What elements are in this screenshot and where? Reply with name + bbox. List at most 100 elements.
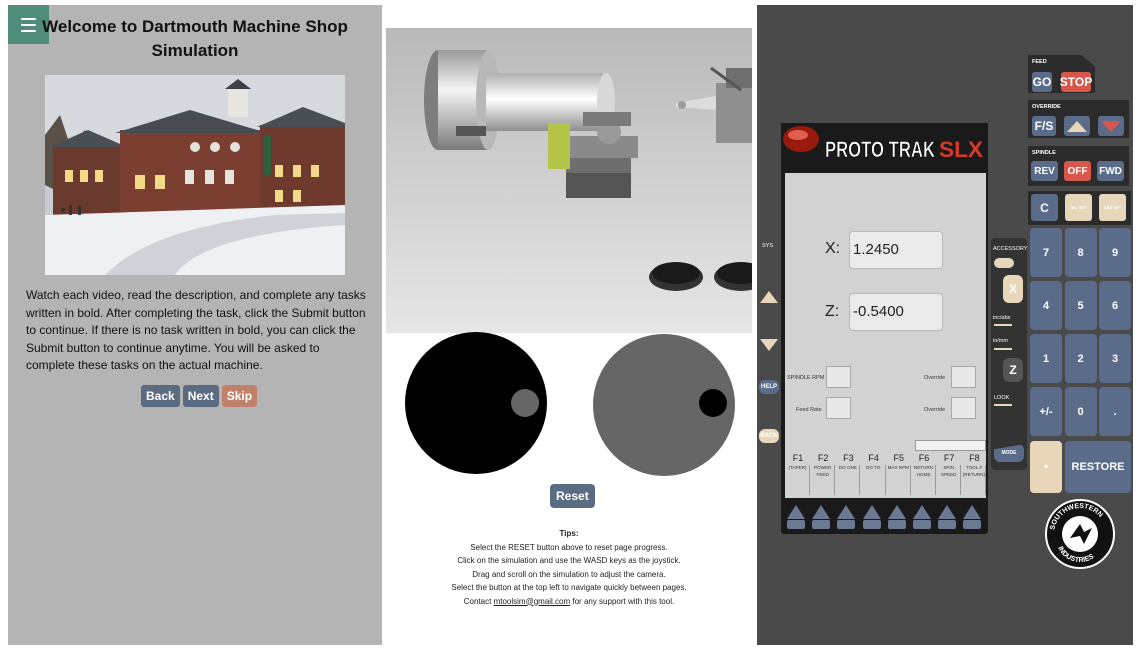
spindle-reverse-button[interactable]: REV xyxy=(1031,161,1058,181)
feed-rate-field[interactable] xyxy=(826,397,851,419)
in-mm-label: in/mm xyxy=(993,338,1008,344)
support-email-link[interactable]: mtoolsim@gmail.com xyxy=(494,597,571,606)
function-key-8[interactable]: F8 xyxy=(962,453,986,463)
function-key-1[interactable]: F1 xyxy=(786,453,810,463)
keypad-key[interactable]: 7 xyxy=(1030,228,1062,277)
navigation-buttons: Back Next Skip xyxy=(141,385,258,407)
fs-button[interactable]: F/S xyxy=(1032,116,1056,136)
tip-contact: Contact mtoolsim@gmail.com for any suppo… xyxy=(384,595,754,609)
menu-icon-line xyxy=(21,17,36,20)
override-label: Override xyxy=(924,407,946,413)
function-key-4[interactable]: F4 xyxy=(862,453,886,463)
contact-prefix: Contact xyxy=(463,596,494,606)
next-button[interactable]: Next xyxy=(182,385,219,407)
feed-override-field[interactable] xyxy=(951,397,976,419)
instructions-text: Watch each video, read the description, … xyxy=(26,288,366,372)
contact-suffix: for any support with this tool. xyxy=(570,596,675,606)
spindle-rpm-field[interactable] xyxy=(826,366,851,388)
keypad-key[interactable]: . xyxy=(1099,387,1131,436)
spindle-off-button[interactable]: OFF xyxy=(1064,161,1091,181)
right-joystick[interactable] xyxy=(592,333,736,477)
back-side-button[interactable]: BACK xyxy=(759,429,779,443)
mode-button[interactable]: MODE xyxy=(994,444,1024,462)
inc-abs-indicator[interactable] xyxy=(994,324,1012,326)
clear-key[interactable]: C xyxy=(1031,194,1058,221)
decimal-entry-key[interactable]: • xyxy=(1030,441,1062,493)
feed-rate-label: Feed Rate xyxy=(796,407,822,413)
arrow-up-icon[interactable] xyxy=(759,290,779,304)
override-increase-button[interactable] xyxy=(1064,116,1090,136)
stop-button[interactable]: STOP xyxy=(1060,72,1092,92)
controller-panel: SYS HELP BACK PROTO TRAK SLX X: 1.2450 Z… xyxy=(757,5,1133,645)
spindle-override-field[interactable] xyxy=(951,366,976,388)
sys-label: SYS xyxy=(762,243,774,249)
in-mm-indicator[interactable] xyxy=(994,348,1012,350)
override-decrease-button[interactable] xyxy=(1098,116,1124,136)
back-button[interactable]: Back xyxy=(141,385,180,407)
keypad-key[interactable]: 1 xyxy=(1030,334,1062,383)
spindle-forward-button[interactable]: FWD xyxy=(1097,161,1124,181)
function-key-description: MAX RPM xyxy=(887,465,911,495)
keypad-key[interactable]: 9 xyxy=(1099,228,1131,277)
keypad-key[interactable]: +/- xyxy=(1030,387,1062,436)
function-key-description: GO TO xyxy=(862,465,886,495)
softkey-button[interactable] xyxy=(962,503,982,531)
softkey-button[interactable] xyxy=(912,503,932,531)
softkey-button[interactable] xyxy=(836,503,856,531)
look-indicator[interactable] xyxy=(994,404,1012,406)
override-panel: OVERRIDE F/S xyxy=(1028,100,1129,138)
restore-button[interactable]: RESTORE xyxy=(1065,441,1131,493)
numeric-keypad: 7 8 9 4 5 6 1 2 3 +/- 0. xyxy=(1028,228,1132,443)
keypad-key[interactable]: 6 xyxy=(1099,281,1131,330)
triangle-up-icon xyxy=(1067,121,1087,132)
screen-entry-field[interactable] xyxy=(915,440,986,451)
softkey-button[interactable] xyxy=(786,503,806,531)
go-button[interactable]: GO xyxy=(1032,72,1052,92)
skip-button[interactable]: Skip xyxy=(221,385,258,407)
tip-line: Select the RESET button above to reset p… xyxy=(470,542,668,552)
override-panel-label: OVERRIDE xyxy=(1032,104,1061,110)
keypad-key[interactable]: 8 xyxy=(1064,228,1097,277)
softkey-button[interactable] xyxy=(887,503,907,531)
spindle-panel: SPINDLE REV OFF FWD xyxy=(1028,146,1129,186)
function-key-description: RETURN HOME xyxy=(912,465,936,495)
softkey-button[interactable] xyxy=(811,503,831,531)
left-joystick[interactable] xyxy=(404,331,549,476)
z-axis-label: Z: xyxy=(825,303,840,320)
spindle-label: SPINDLE xyxy=(1032,150,1056,156)
keypad-key[interactable]: 0 xyxy=(1064,387,1097,436)
function-key-3[interactable]: F3 xyxy=(836,453,860,463)
keypad-key[interactable]: 5 xyxy=(1064,281,1097,330)
reset-button[interactable]: Reset xyxy=(550,484,595,508)
keypad-key[interactable]: 4 xyxy=(1030,281,1062,330)
arrow-down-icon[interactable] xyxy=(759,338,779,352)
accessory-strip: ACCESSORY X inc/abs in/mm Z LOOK MODE xyxy=(991,238,1027,470)
feed-panel: FEED GO STOP xyxy=(1028,55,1095,93)
z-position-readout: -0.5400 xyxy=(849,293,943,331)
inc-set-key[interactable]: INC SET xyxy=(1065,194,1092,221)
triangle-down-icon xyxy=(1101,121,1121,132)
dartmouth-building-photo xyxy=(45,75,345,275)
abs-set-key[interactable]: ABS SET xyxy=(1099,194,1126,221)
x-position-readout: 1.2450 xyxy=(849,231,943,269)
feed-label: FEED xyxy=(1032,59,1047,65)
keypad-key[interactable]: 3 xyxy=(1099,334,1131,383)
help-button[interactable]: HELP xyxy=(759,380,779,394)
x-axis-key[interactable]: X xyxy=(1003,275,1023,303)
function-key-description: (TAPER) xyxy=(786,465,810,495)
keypad-key[interactable]: 2 xyxy=(1064,334,1097,383)
z-axis-key[interactable]: Z xyxy=(1003,358,1023,382)
function-key-2[interactable]: F2 xyxy=(811,453,835,463)
accessory-button[interactable] xyxy=(994,258,1014,268)
instructions-panel: Welcome to Dartmouth Machine Shop Simula… xyxy=(8,5,382,645)
simulation-panel: Reset Tips: Select the RESET button abov… xyxy=(384,5,754,645)
inc-abs-label: inc/abs xyxy=(993,315,1011,321)
function-key-6[interactable]: F6 xyxy=(912,453,936,463)
function-key-5[interactable]: F5 xyxy=(887,453,911,463)
softkey-button[interactable] xyxy=(937,503,957,531)
function-key-7[interactable]: F7 xyxy=(937,453,961,463)
lathe-3d-viewport[interactable] xyxy=(386,28,752,333)
protrak-brand-header: PROTO TRAK SLX xyxy=(781,123,988,173)
softkey-button[interactable] xyxy=(862,503,882,531)
tip-line: Drag and scroll on the simulation to adj… xyxy=(472,569,666,579)
